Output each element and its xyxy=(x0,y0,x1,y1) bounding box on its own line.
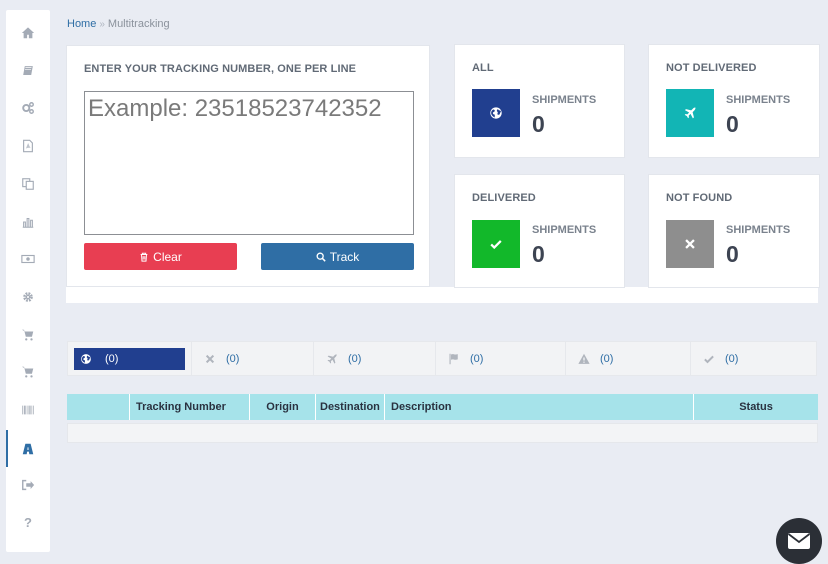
sidebar-item-book[interactable] xyxy=(6,52,50,89)
column-header-description[interactable]: Description xyxy=(385,394,694,420)
sidebar-item-home[interactable] xyxy=(6,14,50,51)
warning-icon xyxy=(578,353,590,364)
tab-in-transit[interactable]: (0) xyxy=(313,342,435,375)
stat-title: DELIVERED xyxy=(472,192,536,204)
stat-card-not-found[interactable]: NOT FOUND SHIPMENTS 0 xyxy=(648,174,820,288)
stat-subtitle: SHIPMENTS xyxy=(532,224,597,236)
column-header-destination[interactable]: Destination xyxy=(316,394,385,420)
pdf-file-icon xyxy=(23,139,33,152)
question-icon: ? xyxy=(24,515,32,530)
sidebar-item-settings[interactable] xyxy=(6,278,50,315)
sidebar-item-settings-multi[interactable] xyxy=(6,89,50,126)
stat-count: 0 xyxy=(532,241,545,267)
sidebar-item-reports[interactable] xyxy=(6,203,50,240)
column-header-tracking-number[interactable]: Tracking Number xyxy=(130,394,250,420)
sidebar-item-copy[interactable] xyxy=(6,165,50,202)
sign-out-icon xyxy=(22,479,35,490)
cart-icon xyxy=(21,366,34,378)
sidebar-item-billing[interactable] xyxy=(6,240,50,277)
sidebar-item-barcode[interactable] xyxy=(6,391,50,428)
flag-icon xyxy=(449,353,458,364)
tab-all[interactable]: (0) xyxy=(74,348,185,370)
tracking-input-label: ENTER YOUR TRACKING NUMBER, ONE PER LINE xyxy=(84,63,357,75)
clear-button[interactable]: Clear xyxy=(84,243,237,270)
stat-subtitle: SHIPMENTS xyxy=(532,94,597,106)
stat-subtitle: SHIPMENTS xyxy=(726,224,791,236)
trash-icon xyxy=(140,252,148,262)
mail-icon xyxy=(787,533,811,549)
tab-count: (0) xyxy=(600,352,614,365)
stat-icon-box xyxy=(472,89,520,137)
stat-icon-box xyxy=(666,89,714,137)
home-icon xyxy=(21,26,35,38)
stat-count: 0 xyxy=(726,111,739,137)
stat-icon-box xyxy=(472,220,520,268)
breadcrumb-separator: » xyxy=(99,19,105,30)
tab-count: (0) xyxy=(470,352,484,365)
check-icon xyxy=(704,355,714,363)
tab-delivered[interactable]: (0) xyxy=(690,342,816,375)
stat-card-delivered[interactable]: DELIVERED SHIPMENTS 0 xyxy=(454,174,625,288)
globe-icon xyxy=(490,107,502,119)
clear-button-label: Clear xyxy=(153,249,182,264)
track-button-label: Track xyxy=(329,249,360,264)
cart-icon xyxy=(21,329,34,341)
breadcrumb-current: Multitracking xyxy=(107,18,170,30)
search-icon xyxy=(316,252,326,262)
sidebar-item-cart[interactable] xyxy=(6,316,50,353)
tab-count: (0) xyxy=(226,352,240,365)
breadcrumb-home-link[interactable]: Home xyxy=(67,18,96,30)
stat-count: 0 xyxy=(726,241,739,267)
panel-footer-band xyxy=(66,287,430,303)
tab-flagged[interactable]: (0) xyxy=(435,342,565,375)
stat-title: NOT DELIVERED xyxy=(666,62,757,74)
sidebar: ? xyxy=(6,10,50,552)
tab-not-found[interactable]: (0) xyxy=(191,342,313,375)
shipments-table: Tracking Number Origin Destination Descr… xyxy=(67,394,818,443)
money-icon xyxy=(21,254,35,263)
column-header-origin[interactable]: Origin xyxy=(250,394,316,420)
stat-title: ALL xyxy=(472,62,494,74)
sidebar-item-cart-2[interactable] xyxy=(6,353,50,390)
track-button[interactable]: Track xyxy=(261,243,414,270)
bar-chart-icon xyxy=(22,217,34,228)
tracking-input-card: ENTER YOUR TRACKING NUMBER, ONE PER LINE… xyxy=(66,45,430,287)
tab-count: (0) xyxy=(725,352,739,365)
x-icon xyxy=(205,354,215,363)
globe-icon xyxy=(81,354,91,364)
road-icon xyxy=(22,443,34,454)
column-header-select xyxy=(67,394,130,420)
tab-count: (0) xyxy=(348,352,362,365)
breadcrumb: Home» Multitracking xyxy=(67,18,170,30)
tab-warning[interactable]: (0) xyxy=(565,342,690,375)
stat-count: 0 xyxy=(532,111,545,137)
plane-icon xyxy=(684,107,696,119)
stat-card-not-delivered[interactable]: NOT DELIVERED SHIPMENTS 0 xyxy=(648,44,820,158)
sidebar-item-logout[interactable] xyxy=(6,466,50,503)
sidebar-item-help[interactable]: ? xyxy=(6,504,50,541)
column-header-status[interactable]: Status xyxy=(694,394,818,420)
x-icon xyxy=(685,239,695,249)
stat-subtitle: SHIPMENTS xyxy=(726,94,791,106)
tab-count: (0) xyxy=(105,353,119,365)
sidebar-item-multitracking[interactable] xyxy=(6,430,50,467)
tracking-numbers-textarea[interactable] xyxy=(84,91,414,235)
filter-tabs: (0) (0) (0) (0) (0) (0) xyxy=(67,341,817,376)
stat-icon-box xyxy=(666,220,714,268)
gear-icon xyxy=(23,291,33,302)
book-icon xyxy=(22,64,34,76)
sidebar-item-pdf[interactable] xyxy=(6,127,50,164)
plane-icon xyxy=(327,353,337,364)
barcode-icon xyxy=(22,405,34,414)
copy-icon xyxy=(22,177,34,190)
table-empty-row xyxy=(67,423,818,443)
gears-icon xyxy=(22,101,34,114)
stat-card-all[interactable]: ALL SHIPMENTS 0 xyxy=(454,44,625,158)
table-header: Tracking Number Origin Destination Descr… xyxy=(67,394,818,420)
stat-title: NOT FOUND xyxy=(666,192,733,204)
panel-footer-band-right xyxy=(430,287,818,303)
check-icon xyxy=(490,240,502,250)
chat-button[interactable] xyxy=(776,518,822,564)
